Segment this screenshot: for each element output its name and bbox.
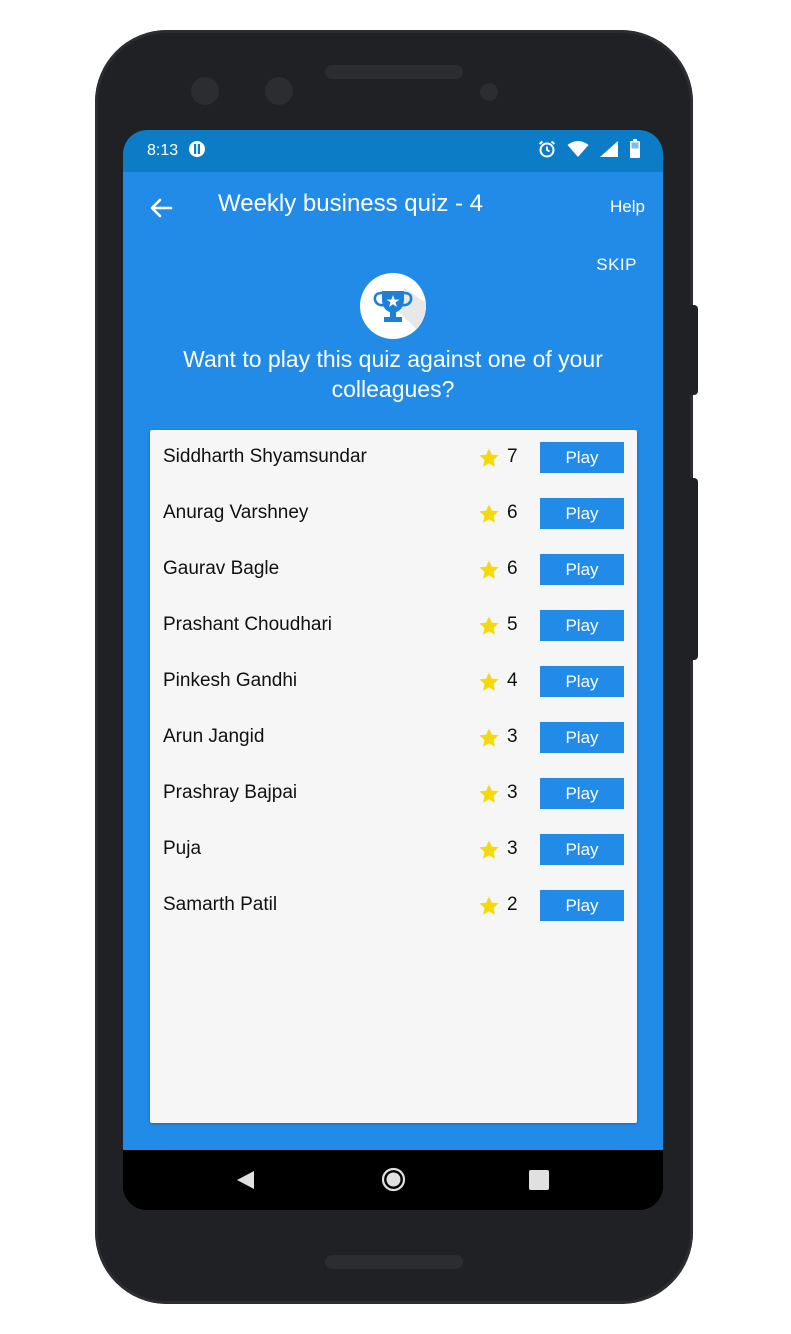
status-time: 8:13 [147, 142, 179, 159]
nav-home-icon[interactable] [381, 1167, 406, 1197]
alarm-icon [537, 139, 557, 164]
wifi-icon [567, 140, 589, 163]
list-item: Gaurav Bagle 6 Play [150, 542, 637, 598]
play-button[interactable]: Play [540, 498, 624, 529]
list-item: Prashray Bajpai 3 Play [150, 766, 637, 822]
colleague-score: 2 [507, 894, 518, 915]
star-icon [478, 895, 500, 917]
colleague-name: Prashray Bajpai [163, 782, 298, 803]
colleague-score: 6 [507, 558, 518, 579]
proximity-sensor [480, 83, 498, 101]
status-bar: 8:13 [123, 130, 663, 172]
star-icon [478, 783, 500, 805]
play-button[interactable]: Play [540, 666, 624, 697]
colleague-score: 6 [507, 502, 518, 523]
play-button[interactable]: Play [540, 554, 624, 585]
bottom-speaker [325, 1255, 463, 1269]
list-item: Puja 3 Play [150, 822, 637, 878]
device-screen: 8:13 Weekly business quiz - 4 Help SKIP … [123, 130, 663, 1210]
colleague-name: Prashant Choudhari [163, 614, 332, 635]
colleague-score: 3 [507, 782, 518, 803]
colleague-score: 5 [507, 614, 518, 635]
play-button[interactable]: Play [540, 890, 624, 921]
volume-button [690, 478, 698, 660]
prompt-text: Want to play this quiz against one of yo… [183, 346, 603, 402]
colleague-name: Gaurav Bagle [163, 558, 280, 579]
nav-recents-icon[interactable] [529, 1170, 549, 1195]
colleague-list: Siddharth Shyamsundar 7 Play Anurag Varshne… [150, 430, 637, 1123]
colleague-name: Siddharth Shyamsundar [163, 446, 367, 467]
star-icon [478, 727, 500, 749]
page-title: Weekly business quiz - 4 [218, 190, 484, 217]
colleague-name: Arun Jangid [163, 726, 265, 747]
toolbar: Weekly business quiz - 4 Help [123, 172, 663, 244]
navigation-bar [123, 1150, 663, 1210]
earpiece-speaker [325, 65, 463, 79]
colleague-score: 3 [507, 838, 518, 859]
signal-icon [599, 140, 619, 163]
colleague-score: 3 [507, 726, 518, 747]
colleague-name: Pinkesh Gandhi [163, 670, 298, 691]
power-button [690, 305, 698, 395]
star-icon [478, 447, 500, 469]
list-item: Samarth Patil 2 Play [150, 878, 637, 934]
battery-icon [629, 138, 641, 164]
back-arrow-icon[interactable] [145, 192, 177, 224]
play-button[interactable]: Play [540, 442, 624, 473]
list-item: Prashant Choudhari 5 Play [150, 598, 637, 654]
trophy-badge [360, 273, 426, 339]
play-button[interactable]: Play [540, 610, 624, 641]
play-button[interactable]: Play [540, 834, 624, 865]
star-icon [478, 559, 500, 581]
play-button[interactable]: Play [540, 722, 624, 753]
list-item: Siddharth Shyamsundar 7 Play [150, 430, 637, 486]
list-item: Pinkesh Gandhi 4 Play [150, 654, 637, 710]
colleague-score: 4 [507, 670, 518, 691]
list-item: Anurag Varshney 6 Play [150, 486, 637, 542]
front-camera [265, 77, 293, 105]
colleague-name: Anurag Varshney [163, 502, 309, 523]
star-icon [478, 839, 500, 861]
trophy-icon [373, 288, 426, 339]
play-button[interactable]: Play [540, 778, 624, 809]
app-content: Weekly business quiz - 4 Help SKIP Want … [123, 172, 663, 1150]
list-item: Arun Jangid 3 Play [150, 710, 637, 766]
star-icon [478, 671, 500, 693]
help-button[interactable]: Help [610, 197, 645, 217]
star-icon [478, 615, 500, 637]
colleague-name: Samarth Patil [163, 894, 278, 915]
colleague-name: Puja [163, 838, 202, 859]
colleague-score: 7 [507, 446, 518, 467]
skip-button[interactable]: SKIP [596, 255, 637, 275]
nav-back-icon[interactable] [234, 1169, 256, 1196]
star-icon [478, 503, 500, 525]
front-sensor [191, 77, 219, 105]
notification-icon [188, 140, 206, 163]
